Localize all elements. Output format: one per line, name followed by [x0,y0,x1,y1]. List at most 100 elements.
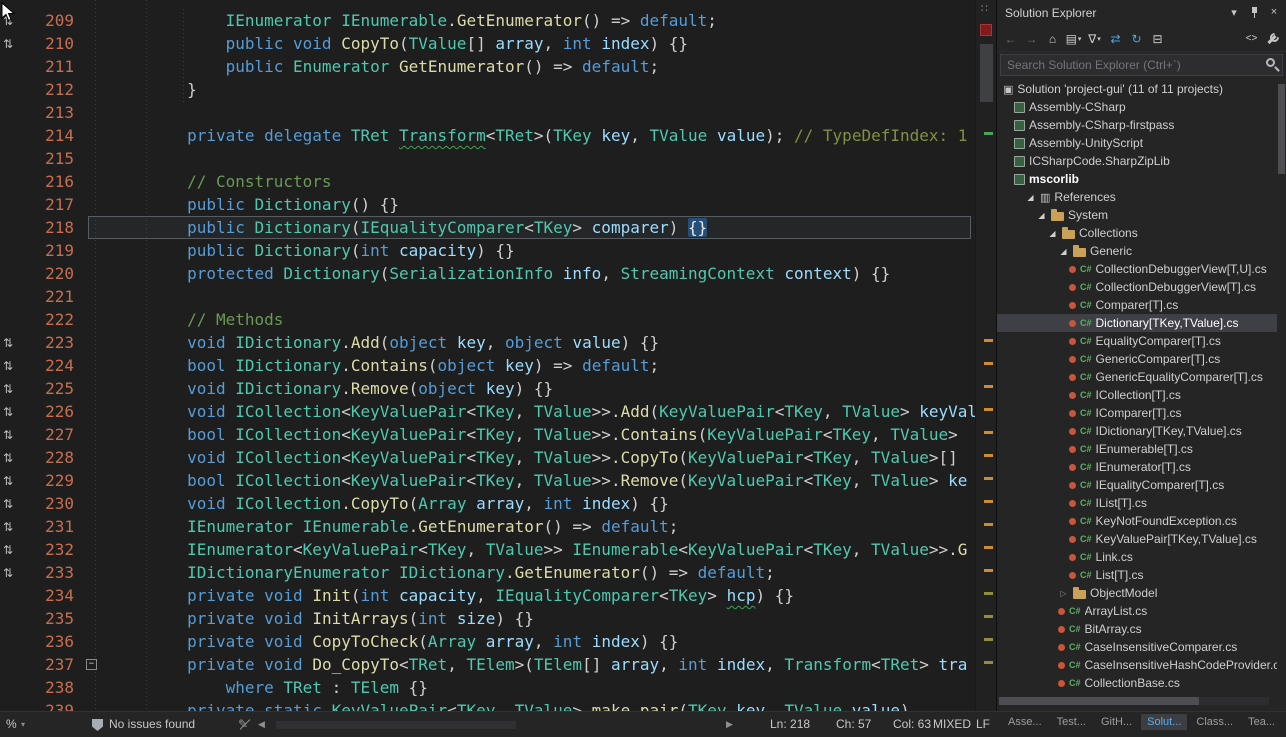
tree-item[interactable]: ICSharpCode.SharpZipLib [997,152,1277,170]
code-line[interactable]: ⇅230 void ICollection.CopyTo(Array array… [0,492,975,515]
tool-tab-test[interactable]: Test... [1051,714,1092,730]
code-line[interactable]: ⇅228 void ICollection<KeyValuePair<TKey,… [0,446,975,469]
line-number[interactable]: 213 [22,101,74,124]
code-line[interactable]: 222 // Methods [0,308,975,331]
tree-item[interactable]: C#IDictionary[TKey,TValue].cs [997,422,1277,440]
line-number[interactable]: 237 [22,653,74,676]
code-line[interactable]: 215 [0,147,975,170]
code-line[interactable]: 220 protected Dictionary(SerializationIn… [0,262,975,285]
line-number[interactable]: 234 [22,584,74,607]
tree-item[interactable]: mscorlib [997,170,1277,188]
line-number[interactable]: 236 [22,630,74,653]
code-line[interactable]: 212 } [0,78,975,101]
window-options-icon[interactable]: ▾ [1226,4,1242,20]
tree-item[interactable]: Assembly-CSharp [997,98,1277,116]
line-number[interactable]: 230 [22,492,74,515]
code-line[interactable]: 214 private delegate TRet Transform<TRet… [0,124,975,147]
expander-expanded-icon[interactable]: ◢ [1036,211,1047,220]
override-indicator-icon[interactable]: ⇅ [3,332,13,355]
line-number[interactable]: 218 [22,216,74,239]
tree-item[interactable]: ◢▥References [997,188,1277,206]
tree-item[interactable]: C#GenericComparer[T].cs [997,350,1277,368]
expander-expanded-icon[interactable]: ◢ [1058,247,1069,256]
tree-item[interactable]: C#ArrayList.cs [997,602,1277,620]
tree-item[interactable]: C#CaseInsensitiveHashCodeProvider.cs [997,656,1277,674]
code-line[interactable]: 235 private void InitArrays(int size) {} [0,607,975,630]
tree-item[interactable]: C#Link.cs [997,548,1277,566]
switch-views-icon[interactable]: ▤▾ [1064,29,1083,48]
tree-item[interactable]: ◢Generic [997,242,1277,260]
line-number[interactable]: 212 [22,78,74,101]
code-line[interactable]: 217 public Dictionary() {} [0,193,975,216]
line-number[interactable]: 221 [22,285,74,308]
tree-item[interactable]: ◢Collections [997,224,1277,242]
line-number[interactable]: 235 [22,607,74,630]
editor-scrollbar-thumb[interactable] [980,44,993,102]
code-line[interactable]: ⇅231 IEnumerator IEnumerable.GetEnumerat… [0,515,975,538]
tree-horizontal-scrollbar[interactable] [999,697,1269,705]
code-line[interactable]: ⇅224 bool IDictionary.Contains(object ke… [0,354,975,377]
tree-item[interactable]: C#CollectionBase.cs [997,674,1277,692]
hscroll-right-arrow-icon[interactable]: ▶ [726,712,733,737]
tree-item[interactable]: C#KeyNotFoundException.cs [997,512,1277,530]
override-indicator-icon[interactable]: ⇅ [3,447,13,470]
code-line[interactable]: ⇅210 public void CopyTo(TValue[] array, … [0,32,975,55]
tool-tab-tea[interactable]: Tea... [1242,714,1281,730]
forward-icon[interactable]: → [1022,29,1041,48]
zoom-control[interactable]: % [6,712,17,737]
code-line[interactable]: ⇅226 void ICollection<KeyValuePair<TKey,… [0,400,975,423]
line-number[interactable]: 229 [22,469,74,492]
tree-item[interactable]: C#IComparer[T].cs [997,404,1277,422]
close-icon[interactable]: × [1266,4,1282,20]
override-indicator-icon[interactable]: ⇅ [3,33,13,56]
editor-hscrollbar-thumb[interactable] [276,721,516,729]
tree-item[interactable]: C#IEqualityComparer[T].cs [997,476,1277,494]
code-line[interactable]: 239 private static KeyValuePair<TKey, TV… [0,699,975,711]
tree-item[interactable]: C#Comparer[T].cs [997,296,1277,314]
tree-item[interactable]: C#CollectionDebuggerView[T,U].cs [997,260,1277,278]
expander-expanded-icon[interactable]: ◢ [1025,193,1036,202]
override-indicator-icon[interactable]: ⇅ [3,424,13,447]
tree-vertical-scrollbar[interactable] [1278,82,1285,694]
tree-item[interactable]: Assembly-UnityScript [997,134,1277,152]
tree-item[interactable]: Assembly-CSharp-firstpass [997,116,1277,134]
line-number[interactable]: 228 [22,446,74,469]
line-number[interactable]: 238 [22,676,74,699]
tool-tab-asse[interactable]: Asse... [1002,714,1048,730]
line-number[interactable]: 219 [22,239,74,262]
home-icon[interactable]: ⌂ [1043,29,1062,48]
code-line[interactable]: ⇅227 bool ICollection<KeyValuePair<TKey,… [0,423,975,446]
editor-scrollbar[interactable]: ∷ [975,0,996,711]
tree-item[interactable]: C#EqualityComparer[T].cs [997,332,1277,350]
line-number[interactable]: 227 [22,423,74,446]
tool-tab-solut[interactable]: Solut... [1141,714,1187,730]
tree-item[interactable]: C#BitArray.cs [997,620,1277,638]
tree-item[interactable]: C#CaseInsensitiveComparer.cs [997,638,1277,656]
tree-item[interactable]: ▷ObjectModel [997,584,1277,602]
line-number[interactable]: 233 [22,561,74,584]
line-number[interactable]: 232 [22,538,74,561]
properties-icon[interactable] [1263,29,1282,48]
override-indicator-icon[interactable]: ⇅ [3,493,13,516]
code-line[interactable]: ⇅229 bool ICollection<KeyValuePair<TKey,… [0,469,975,492]
line-number[interactable]: 216 [22,170,74,193]
code-line[interactable]: ⇅209 IEnumerator IEnumerable.GetEnumerat… [0,9,975,32]
line-number[interactable]: 224 [22,354,74,377]
line-number[interactable]: 231 [22,515,74,538]
override-indicator-icon[interactable]: ⇅ [3,401,13,424]
line-number[interactable]: 239 [22,699,74,711]
code-line[interactable]: 236 private void CopyToCheck(Array array… [0,630,975,653]
tree-item[interactable]: C#IList[T].cs [997,494,1277,512]
tree-item[interactable]: ▣Solution 'project-gui' (11 of 11 projec… [997,80,1277,98]
file-health-indicator-icon[interactable] [980,24,992,36]
sync-with-active-document-icon[interactable]: ⇄ [1106,29,1125,48]
tree-item[interactable]: C#GenericEqualityComparer[T].cs [997,368,1277,386]
code-line[interactable]: 237− private void Do_CopyTo<TRet, TElem>… [0,653,975,676]
line-number[interactable]: 211 [22,55,74,78]
hscroll-left-arrow-icon[interactable]: ◀ [258,712,265,737]
line-number[interactable]: 220 [22,262,74,285]
fold-collapse-icon[interactable]: − [86,659,97,670]
line-number[interactable]: 225 [22,377,74,400]
line-number[interactable]: 210 [22,32,74,55]
code-line[interactable]: ⇅223 void IDictionary.Add(object key, ob… [0,331,975,354]
